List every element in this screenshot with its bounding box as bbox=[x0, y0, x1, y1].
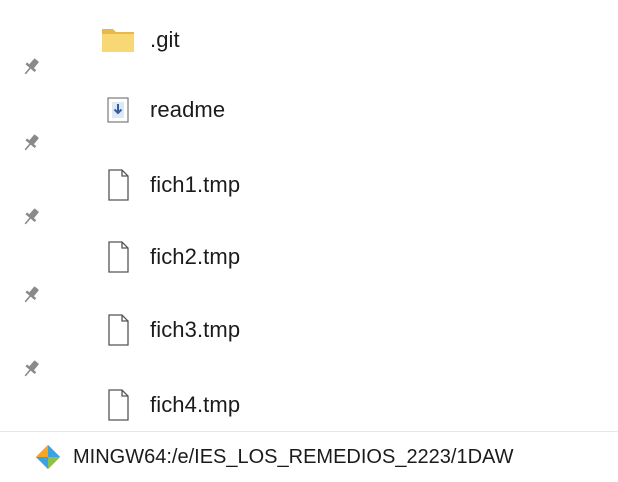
taskbar-window-item[interactable]: MINGW64:/e/IES_LOS_REMEDIOS_2223/1DAW bbox=[0, 432, 618, 482]
file-icon bbox=[100, 240, 136, 274]
file-name: fich3.tmp bbox=[150, 317, 241, 342]
file-name: fich4.tmp bbox=[150, 392, 241, 417]
git-bash-icon bbox=[33, 442, 63, 472]
file-name: fich1.tmp bbox=[150, 172, 241, 197]
list-item-readme[interactable]: readme bbox=[100, 90, 225, 130]
pin-icon[interactable] bbox=[20, 358, 42, 380]
file-icon bbox=[100, 388, 136, 422]
pin-icon[interactable] bbox=[20, 284, 42, 306]
file-name: fich2.tmp bbox=[150, 244, 241, 269]
list-item-fich4[interactable]: fich4.tmp bbox=[100, 385, 240, 425]
list-item-fich1[interactable]: fich1.tmp bbox=[100, 165, 240, 205]
text-document-icon bbox=[100, 93, 136, 127]
pin-icon[interactable] bbox=[20, 56, 42, 78]
window-title: MINGW64:/e/IES_LOS_REMEDIOS_2223/1DAW bbox=[73, 445, 514, 468]
folder-icon bbox=[100, 23, 136, 57]
file-icon bbox=[100, 313, 136, 347]
list-item-git-folder[interactable]: .git bbox=[100, 20, 180, 60]
pin-icon[interactable] bbox=[20, 132, 42, 154]
list-item-fich2[interactable]: fich2.tmp bbox=[100, 237, 240, 277]
file-explorer-list: .git readme fich1.tmp fich2.tmp fich3.tm… bbox=[0, 0, 618, 432]
file-name: readme bbox=[150, 97, 226, 122]
list-item-fich3[interactable]: fich3.tmp bbox=[100, 310, 240, 350]
file-name: .git bbox=[150, 27, 180, 52]
pin-icon[interactable] bbox=[20, 206, 42, 228]
file-icon bbox=[100, 168, 136, 202]
